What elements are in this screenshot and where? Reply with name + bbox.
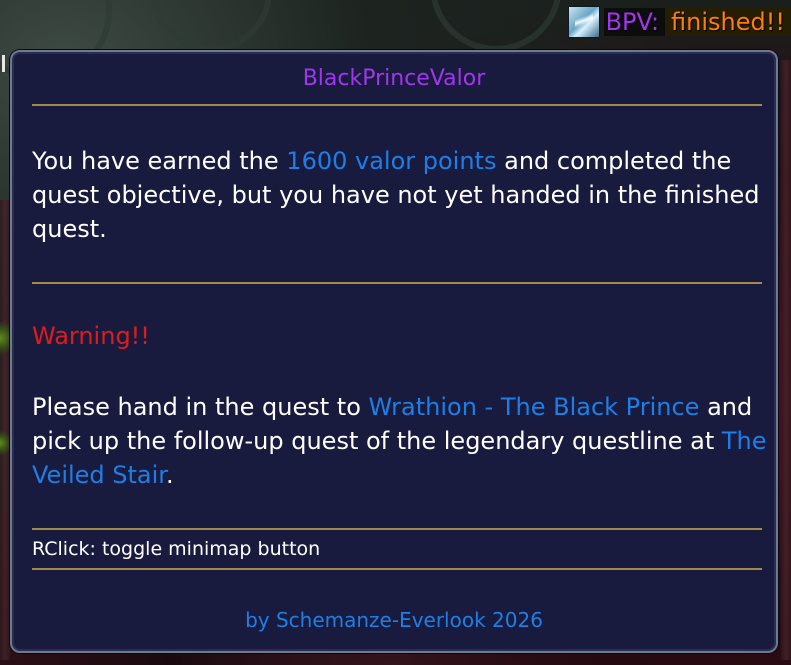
addon-tooltip: BlackPrinceValor You have earned the 160… (10, 50, 778, 653)
status-message: You have earned the 1600 valor points an… (32, 144, 772, 246)
divider (32, 568, 762, 570)
hint-text: RClick: toggle minimap button (32, 538, 321, 560)
divider (32, 104, 762, 106)
tooltip-title: BlackPrinceValor (302, 66, 486, 91)
background-decoration (781, 60, 791, 660)
warning-label: Warning!! (32, 322, 150, 350)
instruction-message: Please hand in the quest to Wrathion - T… (32, 390, 772, 492)
divider (32, 528, 762, 530)
instruction-text: Please hand in the quest to (32, 393, 369, 421)
author-credit: by Schemanze-Everlook 2026 (245, 608, 543, 632)
message-text: You have earned the (32, 147, 287, 175)
broker-label: BPV: (603, 8, 666, 36)
addon-icon (567, 6, 600, 38)
valor-points-highlight: 1600 valor points (286, 147, 497, 175)
divider (32, 282, 762, 284)
broker-display[interactable]: BPV: finished!! (567, 4, 791, 40)
background-decoration (150, 0, 272, 52)
broker-status: finished!! (665, 8, 791, 36)
instruction-text: . (165, 461, 174, 489)
text-cursor (2, 55, 5, 72)
background-decoration (430, 0, 562, 52)
npc-name-highlight: Wrathion - The Black Prince (368, 393, 700, 421)
